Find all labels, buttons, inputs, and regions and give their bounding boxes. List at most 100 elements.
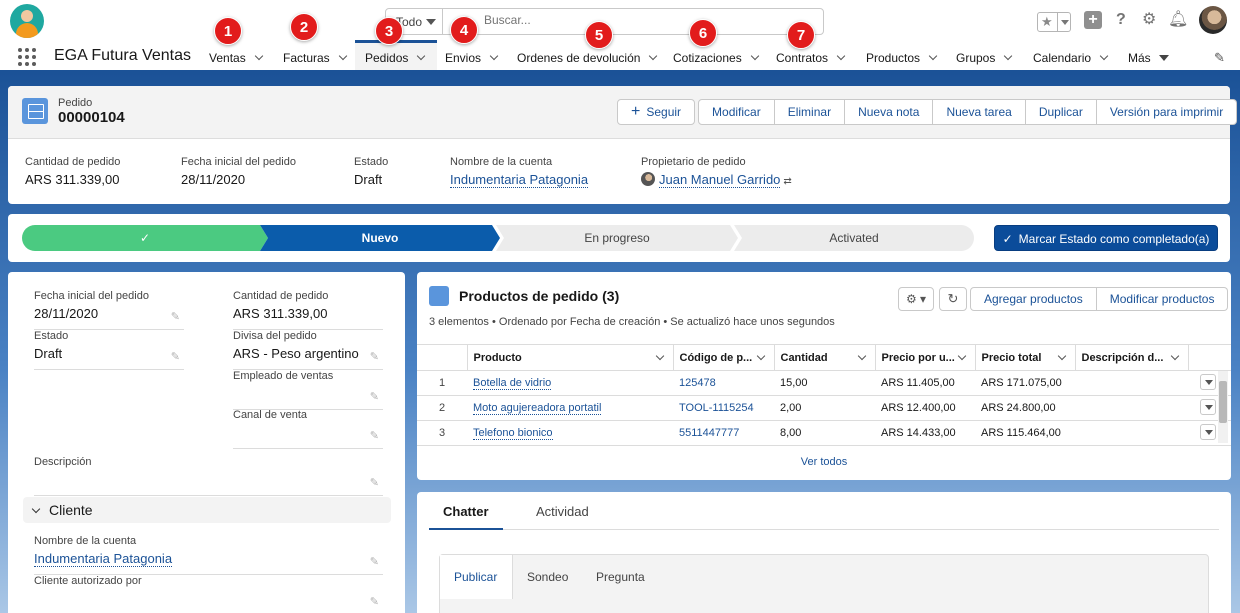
pencil-icon[interactable]: ✎ — [370, 429, 379, 442]
delete-button[interactable]: Eliminar — [774, 99, 846, 125]
chevron-down-icon[interactable] — [649, 51, 658, 61]
pencil-icon[interactable]: ✎ — [370, 476, 379, 489]
path-stage-en-progreso[interactable]: En progreso — [496, 225, 738, 251]
tab-actividad[interactable]: Actividad — [536, 504, 589, 519]
chevron-down-icon[interactable] — [750, 51, 759, 61]
favorites-button[interactable]: ★ — [1037, 12, 1071, 32]
pencil-icon[interactable]: ✎ — [370, 390, 379, 403]
record-actions: + Seguir Modificar Eliminar Nueva nota Nu… — [617, 99, 1238, 125]
chevron-down-icon[interactable] — [957, 351, 966, 361]
global-actions-plus-icon[interactable]: + — [1084, 11, 1102, 29]
refresh-icon[interactable]: ↻ — [939, 287, 967, 311]
scrollbar-thumb[interactable] — [1219, 381, 1227, 423]
follow-button[interactable]: + Seguir — [617, 99, 696, 125]
chevron-down-icon[interactable] — [1057, 351, 1066, 361]
row-actions-menu[interactable] — [1200, 398, 1216, 415]
org-logo[interactable] — [10, 4, 44, 38]
user-avatar[interactable] — [1199, 6, 1227, 34]
chevron-down-icon[interactable] — [338, 51, 347, 61]
nav-item-ventas[interactable]: Ventas — [209, 51, 263, 65]
nav-item-facturas[interactable]: Facturas — [283, 51, 347, 65]
app-launcher-icon[interactable] — [18, 48, 36, 66]
nav-item-label: Cotizaciones — [673, 51, 742, 65]
bell-icon[interactable]: 🔔︎ — [1168, 11, 1188, 29]
product-code[interactable]: 125478 — [679, 377, 716, 389]
chevron-down-icon[interactable] — [1099, 51, 1109, 61]
chevron-down-icon[interactable] — [756, 351, 765, 361]
table-row: 1 Botella de vidrio 125478 15,00 ARS 11.… — [417, 370, 1231, 396]
edit-button[interactable]: Modificar — [698, 99, 775, 125]
chevron-down-icon[interactable] — [836, 51, 846, 61]
new-task-button[interactable]: Nueva tarea — [933, 99, 1026, 125]
pencil-icon[interactable]: ✎ — [171, 310, 180, 323]
row-actions-menu[interactable] — [1200, 423, 1216, 440]
new-note-button[interactable]: Nueva nota — [845, 99, 934, 125]
product-link[interactable]: Botella de vidrio — [473, 377, 552, 390]
duplicate-button[interactable]: Duplicar — [1025, 99, 1097, 125]
nav-item-ordenes-devolucion[interactable]: Ordenes de devolución — [517, 51, 658, 65]
pencil-icon[interactable]: ✎ — [370, 595, 379, 608]
product-code[interactable]: TOOL-1115254 — [679, 402, 754, 414]
column-header-precio-total[interactable]: Precio total — [975, 344, 1076, 371]
change-owner-icon[interactable]: ⇄ — [783, 176, 791, 187]
chevron-down-icon[interactable] — [254, 51, 263, 61]
products-title[interactable]: Productos de pedido (3) — [459, 288, 619, 304]
product-code[interactable]: 5511447777 — [679, 427, 739, 439]
view-all-label[interactable]: Ver todos — [801, 456, 847, 468]
edit-nav-pencil-icon[interactable]: ✎ — [1214, 50, 1225, 66]
publisher-tab-publicar[interactable]: Publicar — [454, 570, 497, 584]
row-number: 3 — [417, 420, 467, 446]
view-all-link[interactable]: Ver todos — [417, 456, 1231, 468]
tab-chatter[interactable]: Chatter — [443, 504, 489, 519]
column-header-codigo[interactable]: Código de p... — [673, 344, 775, 371]
owner-link[interactable]: Juan Manuel Garrido — [659, 172, 781, 188]
path-stage-complete[interactable]: ✓ — [22, 225, 268, 251]
chatter-card: Chatter Actividad Publicar Sondeo Pregun… — [417, 492, 1231, 613]
edit-products-button[interactable]: Modificar productos — [1096, 287, 1229, 311]
account-link[interactable]: Indumentaria Patagonia — [450, 172, 589, 188]
path-stage-nuevo[interactable]: Nuevo — [260, 225, 500, 251]
list-settings-gear-icon[interactable]: ⚙ ▾ — [898, 287, 934, 311]
pencil-icon[interactable]: ✎ — [370, 350, 379, 363]
step-badge: 1 — [214, 17, 242, 45]
chevron-down-icon[interactable] — [1170, 351, 1179, 361]
nav-item-mas[interactable]: Más — [1128, 51, 1169, 65]
print-view-button[interactable]: Versión para imprimir — [1096, 99, 1238, 125]
chevron-down-icon[interactable] — [857, 351, 866, 361]
product-link[interactable]: Moto agujereadora portatil — [473, 402, 602, 415]
product-link[interactable]: Telefono bionico — [473, 427, 553, 440]
search-input[interactable] — [484, 13, 784, 27]
nav-item-cotizaciones[interactable]: Cotizaciones — [673, 51, 759, 65]
products-subtitle: 3 elementos • Ordenado por Fecha de crea… — [429, 316, 835, 328]
gear-icon[interactable]: ⚙ — [1142, 11, 1156, 29]
nav-item-calendario[interactable]: Calendario — [1033, 51, 1109, 65]
section-cliente-header[interactable]: Cliente — [23, 497, 391, 523]
column-header-descripcion[interactable]: Descripción d... — [1075, 344, 1189, 371]
row-actions-menu[interactable] — [1200, 373, 1216, 390]
nav-item-envios[interactable]: Envios — [445, 51, 499, 65]
path-stage-activated[interactable]: Activated — [734, 225, 974, 251]
nav-item-contratos[interactable]: Contratos — [776, 51, 846, 65]
chevron-down-icon[interactable] — [489, 51, 499, 61]
help-icon[interactable]: ? — [1116, 11, 1126, 29]
chevron-down-icon[interactable] — [655, 351, 664, 361]
field-label: Fecha inicial del pedido — [34, 290, 149, 302]
pencil-icon[interactable]: ✎ — [370, 555, 379, 568]
column-header-precio-unitario[interactable]: Precio por u... — [875, 344, 976, 371]
nav-item-pedidos[interactable]: Pedidos — [365, 51, 426, 65]
column-header-cantidad[interactable]: Cantidad — [774, 344, 876, 371]
nav-item-productos[interactable]: Productos — [866, 51, 938, 65]
publisher-tab-pregunta[interactable]: Pregunta — [596, 570, 645, 584]
chevron-down-icon[interactable] — [1004, 51, 1013, 61]
chevron-down-icon[interactable] — [417, 51, 426, 61]
account-link[interactable]: Indumentaria Patagonia — [34, 551, 173, 567]
table-scrollbar[interactable] — [1218, 371, 1228, 443]
column-label: Precio por u... — [881, 351, 955, 364]
nav-item-grupos[interactable]: Grupos — [956, 51, 1013, 65]
pencil-icon[interactable]: ✎ — [171, 350, 180, 363]
publisher-tab-sondeo[interactable]: Sondeo — [527, 570, 568, 584]
column-header-producto[interactable]: Producto — [467, 344, 674, 371]
chevron-down-icon[interactable] — [928, 51, 938, 61]
add-products-button[interactable]: Agregar productos — [970, 287, 1097, 311]
mark-complete-button[interactable]: ✓ Marcar Estado como completado(a) — [994, 225, 1218, 251]
